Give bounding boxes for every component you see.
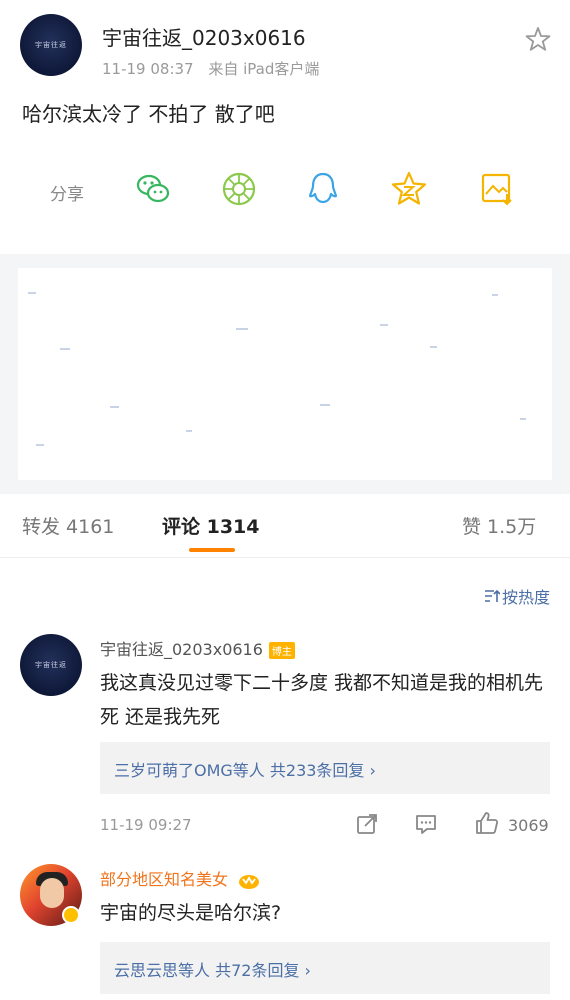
post-time: 11-19 08:37: [102, 60, 194, 78]
post-meta: 11-19 08:37 来自 iPad客户端: [102, 58, 319, 79]
author-badge: 博主: [268, 642, 295, 659]
moments-icon[interactable]: [220, 170, 258, 208]
favorite-star-icon[interactable]: [524, 25, 552, 53]
qzone-icon[interactable]: [390, 170, 428, 208]
comment-text: 我这真没见过零下二十多度 我都不知道是我的相机先死 还是我先死: [100, 672, 544, 728]
author-avatar-logo: 宇宙往返: [35, 40, 67, 49]
commenter-name-text: 部分地区知名美女: [100, 870, 229, 889]
avatar-face: [40, 878, 64, 908]
author-avatar[interactable]: 宇宙往返: [20, 14, 82, 76]
active-tab-indicator: [189, 548, 235, 552]
tab-like[interactable]: 赞 1.5万: [462, 512, 536, 539]
image-speck: [60, 348, 70, 350]
save-image-icon[interactable]: [478, 170, 516, 208]
image-speck: [380, 324, 388, 326]
post-text: 哈尔滨太冷了 不拍了 散了吧: [22, 102, 275, 126]
image-speck: [236, 328, 248, 330]
sort-by-heat[interactable]: 按热度: [484, 584, 550, 608]
vip-crown-icon: [239, 874, 260, 889]
sort-icon: [484, 589, 500, 602]
post-author-name[interactable]: 宇宙往返_0203x0616: [102, 22, 306, 51]
comment-time: 11-19 09:27: [100, 816, 192, 834]
commenter-avatar-logo: 宇宙往返: [35, 660, 67, 669]
reply-summary-link[interactable]: 云思云思等人 共72条回复 ›: [114, 957, 311, 981]
post-image[interactable]: [0, 254, 570, 494]
tab-comment[interactable]: 评论 1314: [162, 512, 260, 539]
reply-summary-link[interactable]: 三岁可萌了OMG等人 共233条回复 ›: [114, 757, 376, 781]
commenter-name[interactable]: 宇宙往返_0203x0616 博主: [100, 636, 295, 660]
like-count: 3069: [508, 816, 549, 835]
sort-label: 按热度: [501, 588, 550, 607]
post-image-content: [18, 268, 552, 480]
image-speck: [110, 406, 119, 408]
reply-icon[interactable]: [414, 812, 438, 836]
comment-text: 宇宙的尽头是哈尔滨?: [100, 902, 282, 924]
reply-summary-box[interactable]: 云思云思等人 共72条回复 ›: [100, 942, 550, 994]
reply-summary-box[interactable]: 三岁可萌了OMG等人 共233条回复 ›: [100, 742, 550, 794]
wechat-icon[interactable]: [134, 170, 172, 208]
share-label: 分享: [50, 185, 84, 205]
image-speck: [520, 418, 526, 420]
tab-repost[interactable]: 转发 4161: [22, 512, 114, 539]
image-speck: [320, 404, 330, 406]
post-header: 宇宙往返 宇宙往返_0203x0616 11-19 08:37 来自 iPad客…: [0, 0, 570, 100]
image-speck: [430, 346, 437, 348]
image-speck: [492, 294, 498, 296]
post-source: 来自 iPad客户端: [208, 60, 320, 78]
post-tabs: 转发 4161 评论 1314 赞 1.5万: [0, 494, 570, 558]
image-speck: [28, 292, 36, 294]
commenter-name-text: 宇宙往返_0203x0616: [100, 640, 263, 659]
repost-icon[interactable]: [355, 812, 379, 836]
image-speck: [186, 430, 192, 432]
commenter-name[interactable]: 部分地区知名美女: [100, 866, 261, 890]
comment-item: 宇宙往返 宇宙往返_0203x0616 博主 我这真没见过零下二十多度 我都不知道…: [0, 632, 570, 842]
share-row: 分享: [0, 168, 570, 212]
qq-icon[interactable]: [304, 170, 342, 208]
like-icon[interactable]: [474, 810, 500, 836]
comment-item: 部分地区知名美女 宇宙的尽头是哈尔滨? 云思云思等人 共72条回复 ›: [0, 862, 570, 1000]
commenter-avatar[interactable]: 宇宙往返: [20, 634, 82, 696]
verified-badge-icon: [62, 906, 80, 924]
image-speck: [36, 444, 44, 446]
